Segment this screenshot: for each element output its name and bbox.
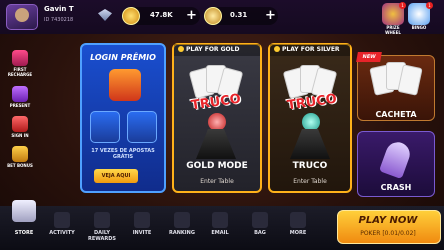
sidebar-item-label: PRESENT	[9, 103, 31, 108]
nav-label: EMAIL	[211, 230, 229, 236]
silver-mode-card[interactable]: TRUCO TRUCO Enter Table	[268, 43, 352, 193]
sidebar-item-bet-bonus[interactable]: BET BONUS	[5, 146, 35, 178]
coin-dot-icon	[274, 46, 280, 52]
add-silver-button[interactable]: +	[265, 7, 276, 25]
bingo-label: BINGO	[411, 25, 427, 30]
play-now-title: PLAY NOW	[358, 215, 418, 226]
gold-coin-icon	[122, 7, 140, 25]
sidebar-item-label: BET BONUS	[7, 163, 33, 168]
promo-title: LOGIN PRÊMIO	[90, 53, 156, 62]
email-icon	[212, 212, 228, 228]
prize-wheel-label: PRIZE WHEEL	[385, 25, 401, 35]
new-badge: NEW	[356, 52, 382, 62]
bonus-icon	[12, 146, 28, 162]
crash-label: CRASH	[380, 183, 412, 192]
avatar[interactable]	[6, 4, 38, 30]
bonus-coin-icon	[127, 111, 157, 143]
slot-machine-icon	[109, 69, 141, 101]
more-icon	[290, 212, 306, 228]
play-now-subtitle: POKER [0.01/0.02]	[360, 230, 416, 237]
player-id: ID 7430218	[44, 17, 74, 23]
play-for-silver-tag: PLAY FOR SILVER	[270, 44, 350, 56]
bingo-badge: 1	[426, 2, 433, 9]
nav-label: STORE	[14, 230, 34, 236]
nav-label: INVITE	[132, 230, 152, 236]
nav-email[interactable]: EMAIL	[200, 212, 240, 246]
nav-label: RANKING	[169, 230, 195, 236]
rocket-icon	[378, 138, 414, 180]
silver-coin-icon	[204, 7, 222, 25]
sidebar-item-label: SIGN IN	[11, 133, 29, 138]
promo-text: 17 VEZES DE APOSTAS GRÁTIS	[91, 148, 155, 160]
nav-label: ACTIVITY	[49, 230, 75, 236]
store-icon	[12, 200, 36, 222]
silver-balance: 0.31	[230, 11, 248, 19]
gold-mode-card[interactable]: TRUCO GOLD MODE Enter Table	[172, 43, 262, 193]
pedestal-icon	[290, 129, 330, 159]
ranking-icon	[174, 212, 190, 228]
sidebar-item-present[interactable]: PRESENT	[5, 86, 35, 118]
bag-icon	[252, 212, 268, 228]
red-gem-icon	[208, 113, 226, 131]
nav-more[interactable]: MORE	[278, 212, 318, 246]
play-for-gold-tag: PLAY FOR GOLD	[174, 44, 260, 56]
gold-enter-table: Enter Table	[200, 178, 234, 185]
pedestal-icon	[196, 129, 236, 159]
nav-label: MORE	[289, 230, 307, 236]
sidebar-item-first-recharge[interactable]: FIRST RECHARGE	[5, 50, 35, 82]
sidebar-item-sign-in[interactable]: SIGN IN	[5, 116, 35, 148]
rocket-icon	[90, 111, 120, 143]
nav-bag[interactable]: BAG	[240, 212, 280, 246]
nav-daily-rewards[interactable]: DAILY REWARDS	[82, 212, 122, 246]
coin-dot-icon	[178, 46, 184, 52]
nav-activity[interactable]: ACTIVITY	[42, 212, 82, 246]
player-name: Gavin T	[44, 5, 74, 13]
gold-balance: 47.8K	[150, 11, 173, 19]
nav-ranking[interactable]: RANKING	[162, 212, 202, 246]
gift-box-icon	[12, 50, 28, 66]
cacheta-label: CACHETA	[375, 110, 417, 119]
present-icon	[12, 86, 28, 102]
sidebar-item-label: FIRST RECHARGE	[7, 67, 33, 77]
invite-icon	[134, 212, 150, 228]
nav-invite[interactable]: INVITE	[122, 212, 162, 246]
activity-icon	[54, 212, 70, 228]
veja-aqui-button[interactable]: VEJA AQUI	[94, 169, 138, 183]
nav-store[interactable]: STORE	[4, 200, 44, 244]
nav-label: DAILY REWARDS	[87, 230, 117, 242]
login-promo-card[interactable]: LOGIN PRÊMIO 17 VEZES DE APOSTAS GRÁTIS …	[80, 43, 166, 193]
play-now-button[interactable]: PLAY NOW POKER [0.01/0.02]	[337, 210, 441, 244]
teal-gem-icon	[302, 113, 320, 131]
prize-wheel-badge: 1	[399, 2, 406, 9]
nav-label: BAG	[254, 230, 266, 236]
calendar-icon	[12, 116, 28, 132]
silver-enter-table: Enter Table	[293, 178, 327, 185]
silver-mode-title: TRUCO	[292, 161, 328, 171]
add-gold-button[interactable]: +	[186, 7, 197, 25]
daily-rewards-icon	[94, 212, 110, 228]
gold-mode-title: GOLD MODE	[186, 161, 248, 171]
